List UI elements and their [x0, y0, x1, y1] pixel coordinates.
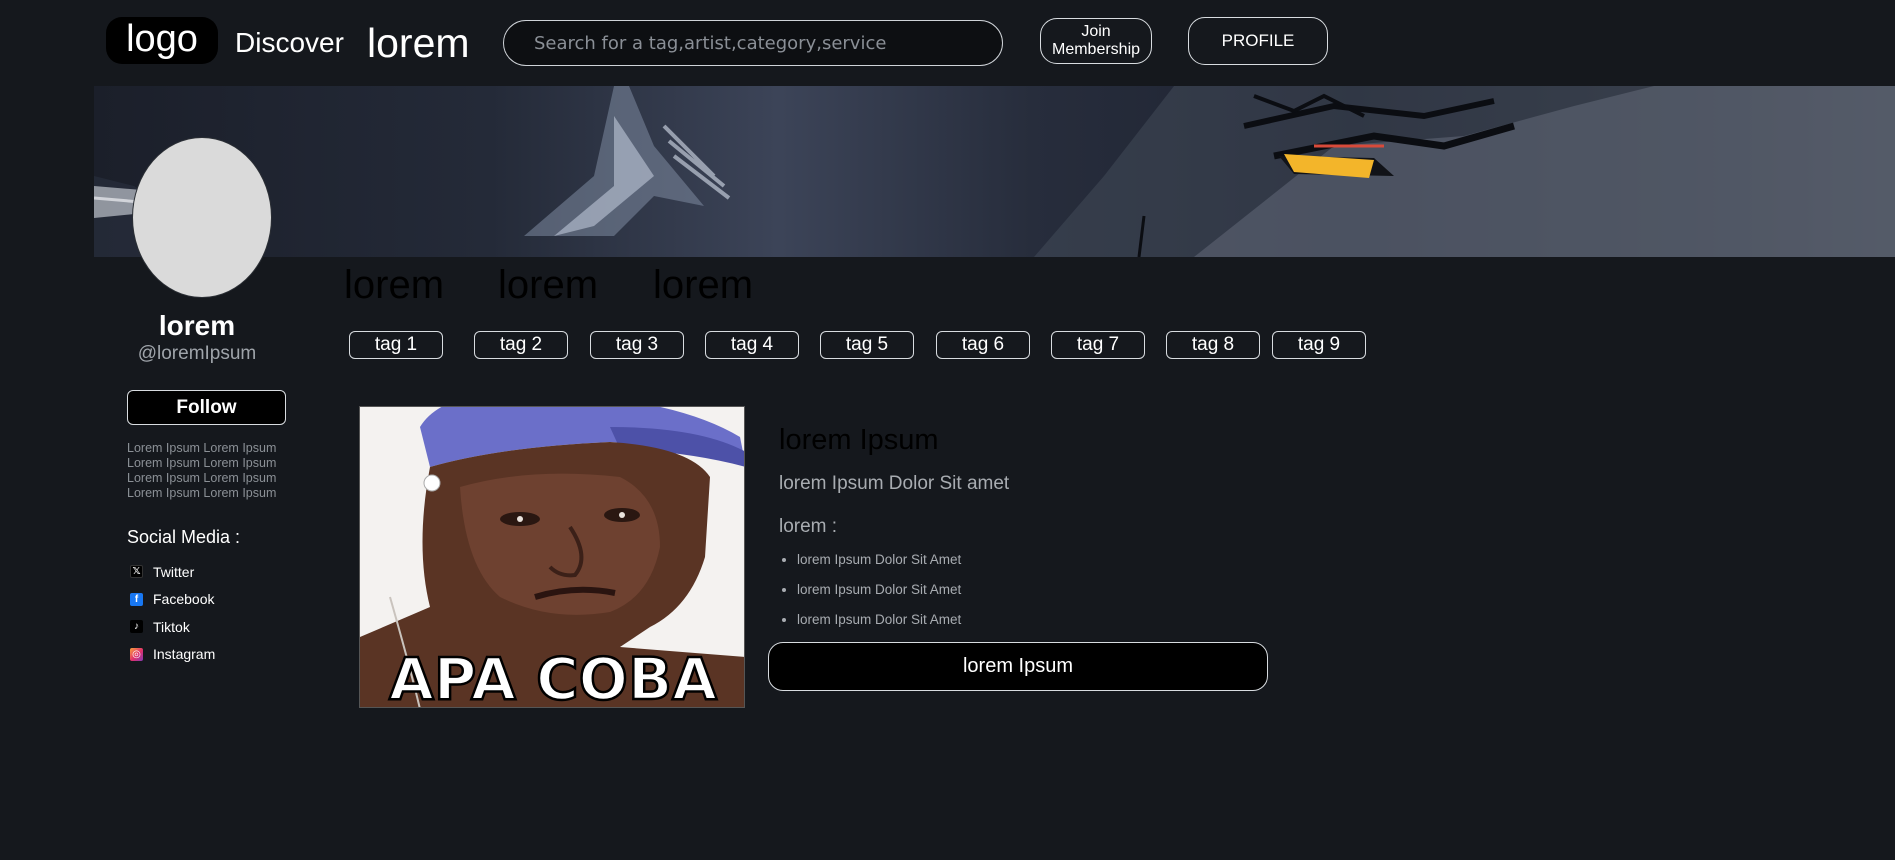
- section-tab-2[interactable]: lorem: [498, 262, 598, 308]
- list-item: lorem Ipsum Dolor Sit Amet: [797, 551, 961, 581]
- search-input[interactable]: [503, 20, 1003, 66]
- social-link-facebook[interactable]: f Facebook: [130, 586, 215, 614]
- profile-handle: @loremIpsum: [137, 343, 257, 364]
- post-feature-list: lorem Ipsum Dolor Sit Amet lorem Ipsum D…: [797, 551, 961, 641]
- instagram-icon: ◎: [130, 647, 143, 661]
- social-link-tiktok[interactable]: ♪ Tiktok: [130, 613, 215, 641]
- social-link-label: Twitter: [153, 563, 195, 580]
- nav-lorem-link[interactable]: lorem: [367, 20, 470, 66]
- list-item: lorem Ipsum Dolor Sit Amet: [797, 611, 961, 641]
- join-membership-button[interactable]: Join Membership: [1040, 18, 1152, 64]
- tag-chip[interactable]: tag 7: [1051, 331, 1145, 359]
- tag-chip[interactable]: tag 3: [590, 331, 684, 359]
- profile-name: lorem: [158, 310, 236, 341]
- logo[interactable]: logo: [106, 17, 218, 64]
- tag-chip[interactable]: tag 1: [349, 331, 443, 359]
- social-media-heading: Social Media :: [127, 527, 241, 547]
- post-list-label: lorem :: [779, 516, 838, 537]
- facebook-icon: f: [130, 592, 143, 606]
- social-link-label: Tiktok: [153, 618, 190, 635]
- social-link-label: Instagram: [153, 646, 216, 663]
- tag-chip[interactable]: tag 4: [705, 331, 799, 359]
- profile-banner: [94, 86, 1895, 257]
- social-link-label: Facebook: [153, 591, 215, 608]
- follow-button[interactable]: Follow: [127, 390, 286, 425]
- meme-photo: APA COBA: [360, 407, 744, 708]
- tag-chip[interactable]: tag 2: [474, 331, 568, 359]
- tag-chip[interactable]: tag 8: [1166, 331, 1260, 359]
- post-image[interactable]: APA COBA: [359, 406, 745, 708]
- social-link-instagram[interactable]: ◎ Instagram: [130, 641, 215, 669]
- post-cta-button[interactable]: lorem Ipsum: [768, 642, 1268, 691]
- section-tab-3[interactable]: lorem: [653, 262, 753, 308]
- list-item: lorem Ipsum Dolor Sit Amet: [797, 581, 961, 611]
- banner-artwork: [94, 86, 1895, 257]
- tag-chip[interactable]: tag 9: [1272, 331, 1366, 359]
- tag-chip[interactable]: tag 6: [936, 331, 1030, 359]
- avatar[interactable]: [132, 137, 272, 298]
- x-icon: 𝕏: [130, 565, 143, 579]
- post-title: lorem Ipsum: [779, 424, 939, 456]
- meme-caption: APA COBA: [389, 645, 717, 708]
- nav-discover-link[interactable]: Discover: [235, 26, 344, 60]
- section-tab-1[interactable]: lorem: [344, 262, 444, 308]
- post-subtitle: lorem Ipsum Dolor Sit amet: [779, 473, 1010, 494]
- profile-bio: Lorem Ipsum Lorem Ipsum Lorem Ipsum Lore…: [127, 441, 277, 500]
- tag-chip[interactable]: tag 5: [820, 331, 914, 359]
- profile-button[interactable]: PROFILE: [1188, 17, 1328, 65]
- social-link-twitter[interactable]: 𝕏 Twitter: [130, 558, 215, 586]
- tiktok-icon: ♪: [130, 620, 143, 634]
- social-media-list: 𝕏 Twitter f Facebook ♪ Tiktok ◎ Instagra…: [130, 558, 215, 668]
